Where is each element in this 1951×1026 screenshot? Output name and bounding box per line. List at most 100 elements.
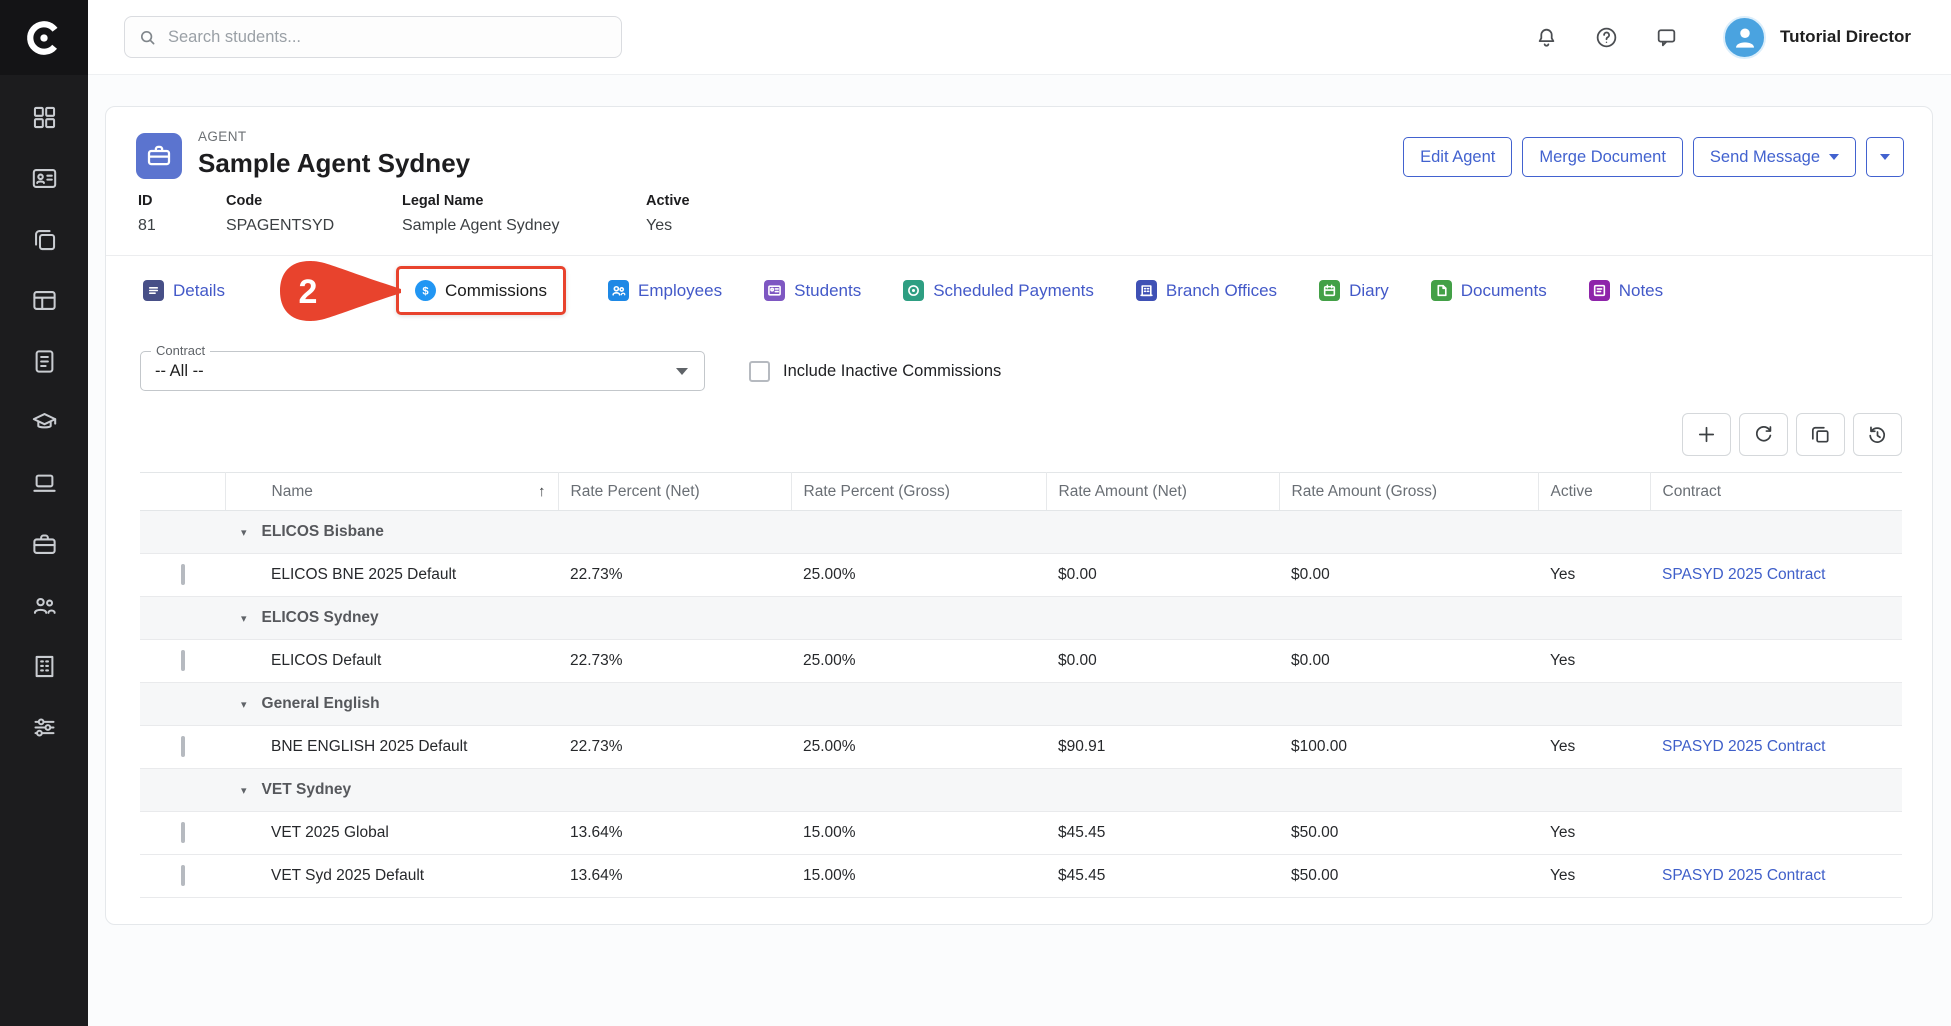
app-logo[interactable] bbox=[0, 0, 88, 75]
contract-select-value: -- All -- bbox=[155, 362, 204, 381]
add-icon bbox=[1695, 423, 1718, 446]
sidebar-item-graduation-cap[interactable] bbox=[0, 392, 88, 453]
user-menu[interactable]: Tutorial Director bbox=[1723, 16, 1951, 59]
more-actions-button[interactable] bbox=[1866, 137, 1904, 177]
building-icon bbox=[31, 653, 58, 680]
contract-link[interactable]: SPASYD 2025 Contract bbox=[1662, 867, 1825, 884]
contract-link[interactable]: SPASYD 2025 Contract bbox=[1662, 738, 1825, 755]
cell-rate-amount-gross: $50.00 bbox=[1279, 855, 1538, 898]
cell-rate-amount-net: $45.45 bbox=[1046, 812, 1279, 855]
cell-contract bbox=[1650, 640, 1902, 683]
info-label: ID bbox=[138, 193, 208, 209]
history-button[interactable] bbox=[1853, 413, 1902, 456]
header-actions: Edit AgentMerge DocumentSend Message bbox=[1403, 137, 1904, 177]
include-inactive-checkbox[interactable] bbox=[749, 361, 770, 382]
contract-select[interactable]: Contract -- All -- bbox=[140, 351, 705, 391]
tab-details[interactable]: Details bbox=[143, 280, 225, 301]
cell-active: Yes bbox=[1538, 726, 1650, 769]
cell-rate-percent-gross: 15.00% bbox=[791, 855, 1046, 898]
column-header-rate-amount-gross[interactable]: Rate Amount (Gross) bbox=[1279, 473, 1538, 511]
cell-rate-amount-gross: $50.00 bbox=[1279, 812, 1538, 855]
column-header-contract[interactable]: Contract bbox=[1650, 473, 1902, 511]
sidebar-item-invoice[interactable] bbox=[0, 331, 88, 392]
table-row-bne-english-2025-default[interactable]: BNE ENGLISH 2025 Default 22.73% 25.00% $… bbox=[140, 726, 1902, 769]
student-search[interactable] bbox=[124, 16, 622, 58]
tab-commissions[interactable]: $ Commissions bbox=[396, 266, 566, 315]
group-row-vet-sydney[interactable]: ▾VET Sydney bbox=[140, 769, 1902, 812]
contract-link[interactable]: SPASYD 2025 Contract bbox=[1662, 566, 1825, 583]
notifications-button[interactable] bbox=[1533, 24, 1559, 50]
sidebar-item-sliders[interactable] bbox=[0, 697, 88, 758]
collapse-caret-icon[interactable]: ▾ bbox=[241, 698, 247, 711]
refresh-button[interactable] bbox=[1739, 413, 1788, 456]
table-row-vet-2025-global[interactable]: VET 2025 Global 13.64% 15.00% $45.45 $50… bbox=[140, 812, 1902, 855]
collapse-caret-icon[interactable]: ▾ bbox=[241, 612, 247, 625]
table-row-elicos-bne-2025-default[interactable]: ELICOS BNE 2025 Default 22.73% 25.00% $0… bbox=[140, 554, 1902, 597]
row-checkbox[interactable] bbox=[181, 865, 185, 886]
group-row-elicos-bisbane[interactable]: ▾ ELICOS Bisbane bbox=[140, 511, 1902, 554]
collapse-caret-icon[interactable]: ▾ bbox=[241, 526, 247, 539]
sidebar-item-building[interactable] bbox=[0, 636, 88, 697]
refresh-icon bbox=[1752, 423, 1775, 446]
column-header-rate-percent-net[interactable]: Rate Percent (Net) bbox=[558, 473, 791, 511]
sidebar-item-contact-card[interactable] bbox=[0, 148, 88, 209]
topbar: Tutorial Director bbox=[88, 0, 1951, 75]
svg-text:$: $ bbox=[422, 285, 429, 297]
tab-branch-offices[interactable]: Branch Offices bbox=[1136, 280, 1277, 301]
people-icon bbox=[31, 592, 58, 619]
tab-employees[interactable]: Employees bbox=[608, 280, 722, 301]
tab-documents[interactable]: Documents bbox=[1431, 280, 1547, 301]
group-name: ELICOS Bisbane bbox=[262, 523, 384, 540]
column-header-rate-amount-net[interactable]: Rate Amount (Net) bbox=[1046, 473, 1279, 511]
column-header-active[interactable]: Active bbox=[1538, 473, 1650, 511]
merge-document-button[interactable]: Merge Document bbox=[1522, 137, 1683, 177]
row-checkbox[interactable] bbox=[181, 822, 185, 843]
cell-active: Yes bbox=[1538, 554, 1650, 597]
cell-rate-amount-gross: $0.00 bbox=[1279, 640, 1538, 683]
tab-label: Students bbox=[794, 281, 861, 301]
tab-scheduled-payments[interactable]: Scheduled Payments bbox=[903, 280, 1094, 301]
commissions-icon: $ bbox=[415, 280, 436, 301]
tab-students[interactable]: Students bbox=[764, 280, 861, 301]
tab-notes[interactable]: Notes bbox=[1589, 280, 1663, 301]
tab-diary[interactable]: Diary bbox=[1319, 280, 1389, 301]
column-header-name[interactable]: Name↑ bbox=[225, 473, 558, 511]
table-row-elicos-default[interactable]: ELICOS Default 22.73% 25.00% $0.00 $0.00… bbox=[140, 640, 1902, 683]
info-label: Active bbox=[646, 193, 690, 209]
students-icon bbox=[764, 280, 785, 301]
column-header-rate-percent-gross[interactable]: Rate Percent (Gross) bbox=[791, 473, 1046, 511]
add-button[interactable] bbox=[1682, 413, 1731, 456]
cell-select bbox=[140, 812, 225, 855]
row-checkbox[interactable] bbox=[181, 650, 185, 671]
sidebar-item-briefcase[interactable] bbox=[0, 514, 88, 575]
sidebar-item-people[interactable] bbox=[0, 575, 88, 636]
agent-header-section: AGENT Sample Agent Sydney Edit AgentMerg… bbox=[106, 107, 1932, 256]
bell-icon bbox=[1534, 25, 1559, 50]
duplicate-button[interactable] bbox=[1796, 413, 1845, 456]
group-row-elicos-sydney[interactable]: ▾ELICOS Sydney bbox=[140, 597, 1902, 640]
collapse-caret-icon[interactable]: ▾ bbox=[241, 784, 247, 797]
row-checkbox[interactable] bbox=[181, 564, 185, 585]
group-row-general-english[interactable]: ▾General English bbox=[140, 683, 1902, 726]
include-inactive-toggle[interactable]: Include Inactive Commissions bbox=[749, 361, 1001, 382]
sidebar-item-dashboard[interactable] bbox=[0, 87, 88, 148]
send-message-button[interactable]: Send Message bbox=[1693, 137, 1856, 177]
info-field-code: Code SPAGENTSYD bbox=[226, 193, 402, 235]
avatar bbox=[1723, 16, 1766, 59]
row-checkbox[interactable] bbox=[181, 736, 185, 757]
sidebar-item-laptop[interactable] bbox=[0, 453, 88, 514]
sidebar-item-copy-pages[interactable] bbox=[0, 209, 88, 270]
sliders-icon bbox=[31, 714, 58, 741]
help-button[interactable] bbox=[1593, 24, 1619, 50]
chat-button[interactable] bbox=[1653, 24, 1679, 50]
commissions-panel: Contract -- All -- Include Inactive Comm… bbox=[106, 325, 1932, 924]
cell-rate-percent-gross: 25.00% bbox=[791, 554, 1046, 597]
employees-icon bbox=[608, 280, 629, 301]
search-input[interactable] bbox=[168, 28, 609, 47]
table-header: Name↑Rate Percent (Net)Rate Percent (Gro… bbox=[140, 473, 1902, 511]
cell-rate-percent-gross: 15.00% bbox=[791, 812, 1046, 855]
sidebar-item-window-table[interactable] bbox=[0, 270, 88, 331]
info-label: Code bbox=[226, 193, 384, 209]
table-row-vet-syd-2025-default[interactable]: VET Syd 2025 Default 13.64% 15.00% $45.4… bbox=[140, 855, 1902, 898]
edit-agent-button[interactable]: Edit Agent bbox=[1403, 137, 1512, 177]
